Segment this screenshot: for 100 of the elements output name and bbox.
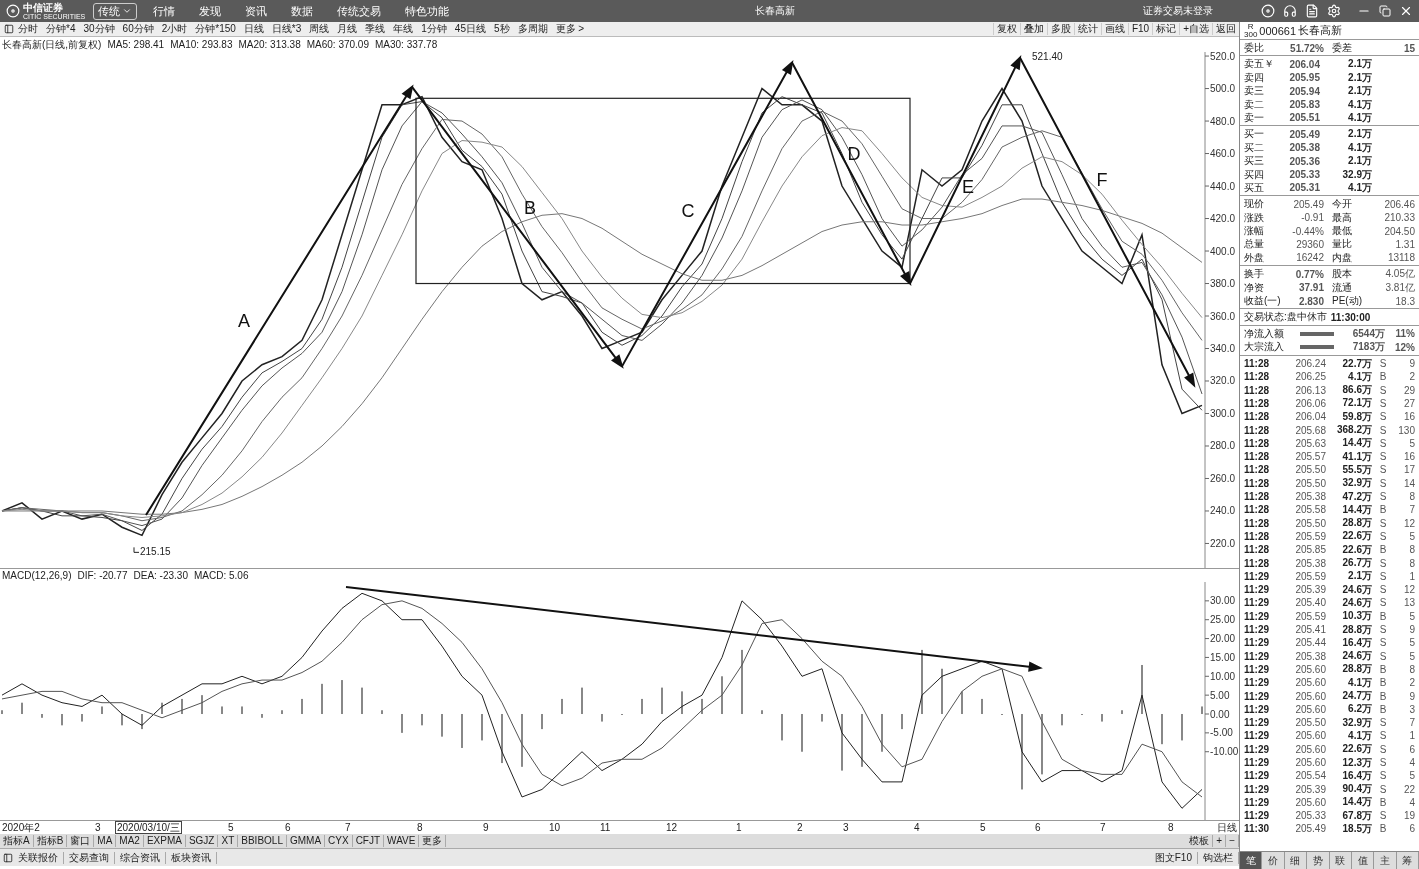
period-tab[interactable]: 月线 (337, 23, 358, 35)
period-tab[interactable]: 5秒 (494, 23, 510, 35)
period-tab[interactable]: 季线 (365, 23, 386, 35)
indicator-tab[interactable]: MA2 (116, 835, 144, 847)
template-button[interactable]: 模板 (1186, 835, 1214, 847)
bottom-link[interactable]: 图文F10 (1149, 851, 1198, 864)
high-price-label: 521.40 (1032, 52, 1063, 62)
trade-time: 11:29 (1244, 783, 1271, 795)
side-tab[interactable]: 笔 (1240, 852, 1263, 869)
headset-icon[interactable] (1283, 4, 1297, 18)
period-tab[interactable]: 分时 (18, 23, 38, 35)
indicator-tab[interactable]: CFJT (352, 835, 385, 847)
indicator-tab[interactable]: BBIBOLL (238, 835, 287, 847)
macd-reading: DIF: -20.77 (77, 570, 128, 581)
quote-value: 0.77% (1294, 268, 1324, 280)
close-icon[interactable] (1399, 4, 1413, 18)
indicator-tab[interactable]: EXPMA (143, 835, 186, 847)
settings-icon[interactable] (1327, 4, 1341, 18)
indicator-tab[interactable]: 指标A (0, 835, 34, 847)
toolbar-button[interactable]: F10 (1127, 23, 1153, 35)
trade-volume: 22.6万 (1341, 529, 1372, 544)
period-tab[interactable]: 日线*3 (271, 23, 302, 35)
trade-time: 11:28 (1244, 411, 1271, 423)
bottom-link[interactable]: 交易查询 (64, 851, 115, 864)
panel-icon[interactable] (4, 24, 14, 34)
menu-item[interactable]: 行情 (153, 3, 176, 19)
trade-price: 205.60 (1294, 703, 1326, 715)
toolbar-button[interactable]: 标记 (1152, 23, 1180, 35)
side-tab[interactable]: 势 (1307, 852, 1330, 869)
period-tab[interactable]: 分钟*4 (46, 23, 76, 35)
trade-volume: 6.2万 (1347, 702, 1372, 717)
trade-price: 205.59 (1294, 570, 1326, 582)
trade-volume: 22.6万 (1341, 542, 1372, 557)
bottom-link[interactable]: 关联报价 (13, 851, 64, 864)
indicator-tab[interactable]: MA (94, 835, 117, 847)
side-tab[interactable]: 价 (1262, 852, 1285, 869)
side-tab[interactable]: 值 (1351, 852, 1375, 869)
panel-icon[interactable] (3, 852, 13, 863)
period-tab[interactable]: 分钟*150 (195, 23, 236, 35)
period-tab[interactable]: 年线 (393, 23, 414, 35)
side-tab[interactable]: 筹 (1396, 852, 1419, 869)
toolbar-button[interactable]: 多股 (1046, 23, 1074, 35)
trade-count: 12 (1402, 517, 1415, 529)
bottom-link[interactable]: 钩选栏 (1198, 851, 1239, 864)
bottom-link[interactable]: 板块资讯 (166, 851, 217, 864)
period-tab[interactable]: 45日线 (454, 23, 486, 35)
trade-time: 11:28 (1244, 358, 1271, 370)
mode-dropdown[interactable]: 传统 (93, 2, 138, 20)
menu-item[interactable]: 发现 (199, 3, 222, 19)
period-tab[interactable]: 更多 > (555, 23, 585, 35)
axis-label: 480.0 (1210, 115, 1236, 127)
toolbar-button[interactable]: +自选 (1179, 23, 1212, 35)
toolbar-button[interactable]: 画线 (1100, 23, 1128, 35)
toolbar-button[interactable]: 叠加 (1019, 23, 1047, 35)
menu-item[interactable]: 传统交易 (337, 3, 382, 19)
bottom-link[interactable]: 综合资讯 (115, 851, 166, 864)
coin-icon[interactable] (1261, 4, 1275, 18)
period-tab[interactable]: 30分钟 (83, 23, 115, 35)
trade-time: 11:28 (1244, 384, 1271, 396)
toolbar-button[interactable]: 复权 (992, 23, 1020, 35)
toolbar-button[interactable]: 返回 (1212, 23, 1239, 35)
date-tick: 6 (1035, 822, 1041, 834)
document-icon[interactable] (1305, 4, 1319, 18)
axis-label: 380.0 (1210, 278, 1236, 289)
period-tab[interactable]: 周线 (309, 23, 330, 35)
macd-title: MACD(12,26,9) (2, 570, 72, 581)
indicator-tab[interactable]: 指标B (33, 835, 68, 847)
restore-icon[interactable] (1379, 5, 1391, 17)
trade-volume: 72.1万 (1341, 396, 1372, 411)
quote-value: 13118 (1386, 252, 1415, 264)
side-tab[interactable]: 细 (1284, 852, 1308, 869)
trade-side: S (1378, 757, 1388, 768)
quote-label: 收益(一) (1244, 294, 1282, 309)
period-tab[interactable]: 多周期 (517, 23, 548, 35)
side-tab[interactable]: 主 (1374, 852, 1397, 869)
trade-count: 5 (1408, 437, 1415, 449)
quote-label: 涨幅 (1244, 224, 1265, 239)
side-tab[interactable]: 联 (1329, 852, 1352, 869)
period-label: 日线 (1217, 822, 1237, 834)
period-tab[interactable]: 60分钟 (122, 23, 154, 35)
menu-item[interactable]: 特色功能 (405, 3, 450, 19)
add-button[interactable]: + (1213, 835, 1227, 847)
indicator-tab[interactable]: WAVE (384, 835, 420, 847)
indicator-tab[interactable]: 窗口 (67, 835, 95, 847)
indicator-tab[interactable]: CYX (325, 835, 353, 847)
toolbar-button[interactable]: 统计 (1073, 23, 1101, 35)
indicator-tab[interactable]: XT (218, 835, 239, 847)
axis-label: 320.0 (1210, 375, 1236, 387)
indicator-tab[interactable]: SGJZ (185, 835, 219, 847)
indicator-tab[interactable]: GMMA (286, 835, 326, 847)
period-tab[interactable]: 日线 (243, 23, 264, 35)
trade-count: 22 (1402, 783, 1415, 795)
date-tick: 7 (1100, 822, 1106, 834)
period-tab[interactable]: 1分钟 (421, 23, 447, 35)
period-tab[interactable]: 2小时 (161, 23, 188, 35)
indicator-tab[interactable]: 更多 (419, 835, 447, 847)
remove-button[interactable]: − (1226, 835, 1239, 847)
trade-price: 205.50 (1294, 477, 1326, 489)
menu-item[interactable]: 数据 (291, 3, 314, 19)
menu-item[interactable]: 资讯 (245, 3, 268, 19)
